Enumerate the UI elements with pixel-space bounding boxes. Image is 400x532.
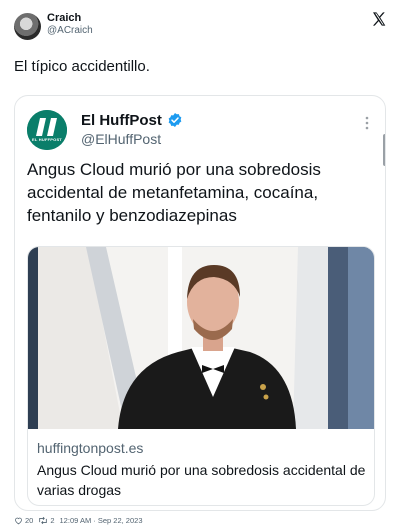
quoted-headline: Angus Cloud murió por una sobredosis acc… xyxy=(27,160,321,225)
link-domain: huffingtonpost.es xyxy=(37,440,144,456)
retweet-icon[interactable] xyxy=(38,516,48,525)
avatar[interactable] xyxy=(14,13,41,40)
verified-badge-icon xyxy=(168,113,182,127)
timestamp[interactable]: 12:09 AM · Sep 22, 2023 xyxy=(60,516,143,525)
huffpost-logo-text: EL HUFFPOST xyxy=(32,137,62,142)
author-name[interactable]: Craich xyxy=(47,12,81,24)
quoted-author-handle[interactable]: @ElHuffPost xyxy=(81,131,161,147)
huffpost-avatar[interactable]: EL HUFFPOST xyxy=(27,110,67,150)
more-icon[interactable] xyxy=(365,116,369,130)
heart-icon[interactable] xyxy=(14,516,23,525)
tweet-header: Craich @ACraich xyxy=(0,0,400,50)
retweet-count: 2 xyxy=(50,515,55,525)
quoted-tweet[interactable]: EL HUFFPOST El HuffPost @ElHuffPost Angu… xyxy=(14,95,386,511)
link-preview-card[interactable]: huffingtonpost.es Angus Cloud murió por … xyxy=(27,246,375,506)
quoted-author-name[interactable]: El HuffPost xyxy=(81,112,162,129)
huffpost-logo-icon xyxy=(27,110,67,150)
like-count: 20 xyxy=(25,515,34,525)
link-title: Angus Cloud murió por una sobredosis acc… xyxy=(37,462,366,498)
author-handle[interactable]: @ACraich xyxy=(47,25,93,36)
scrollbar[interactable] xyxy=(383,134,385,166)
x-logo-icon[interactable] xyxy=(371,11,387,27)
tweet-meta: 20 2 12:09 AM · Sep 22, 2023 xyxy=(14,513,148,527)
tweet-text: El típico accidentillo. xyxy=(14,58,150,75)
article-photo[interactable] xyxy=(28,247,375,429)
